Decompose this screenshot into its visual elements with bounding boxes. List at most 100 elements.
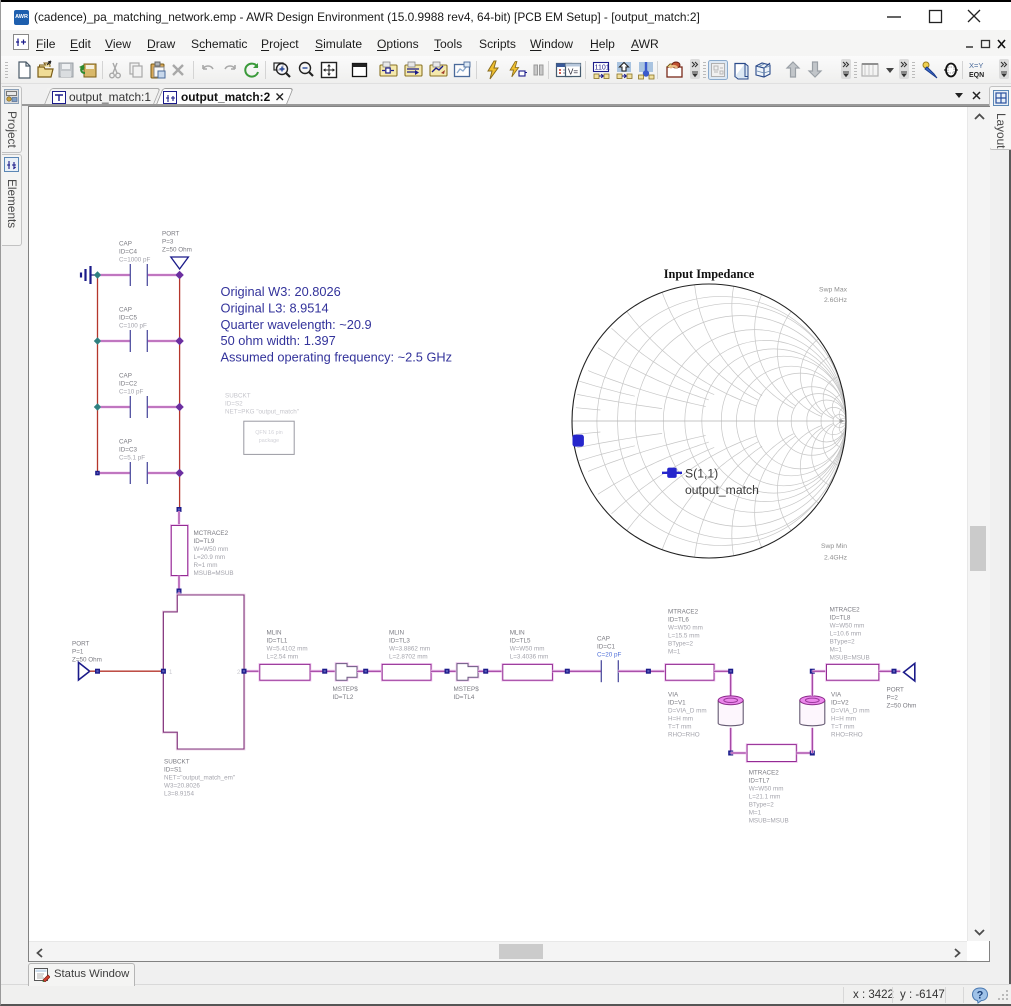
svg-text:M=1: M=1 (749, 809, 762, 816)
svg-text:output_match: output_match (685, 483, 759, 497)
svg-text:MLIN: MLIN (389, 629, 404, 636)
svg-text:M=1: M=1 (830, 646, 843, 653)
svg-text:ID=TL4: ID=TL4 (454, 694, 475, 701)
svg-text:RHO=RHO: RHO=RHO (831, 731, 863, 738)
svg-text:S(1,1): S(1,1) (685, 466, 718, 480)
svg-text:2.6GHz: 2.6GHz (824, 297, 848, 304)
svg-text:ID=S1: ID=S1 (164, 766, 182, 773)
svg-text:ID=TL1: ID=TL1 (267, 637, 288, 644)
svg-text:H=H mm: H=H mm (668, 715, 693, 722)
svg-text:L=3.4036 mm: L=3.4036 mm (510, 653, 549, 660)
svg-text:ID=TL3: ID=TL3 (389, 637, 410, 644)
svg-text:Swp Min: Swp Min (821, 543, 847, 550)
svg-text:C=20 pF: C=20 pF (597, 651, 621, 658)
svg-text:2.4GHz: 2.4GHz (824, 555, 848, 562)
svg-text:ID=C5: ID=C5 (119, 314, 138, 321)
svg-text:?: ? (977, 990, 984, 1002)
svg-text:Quarter wavelength: ~20.9: Quarter wavelength: ~20.9 (221, 317, 372, 332)
svg-text:NET="output_match_em": NET="output_match_em" (164, 774, 235, 781)
svg-text:MLIN: MLIN (510, 629, 525, 636)
svg-text:ID=C3: ID=C3 (119, 446, 138, 453)
svg-text:MSUB=MSUB: MSUB=MSUB (749, 817, 789, 824)
svg-text:ID=TL9: ID=TL9 (194, 538, 215, 545)
svg-text:W3=20.8026: W3=20.8026 (164, 782, 200, 789)
svg-text:NET=PKG "output_match": NET=PKG "output_match" (225, 408, 299, 415)
svg-text:D=VIA_D mm: D=VIA_D mm (668, 707, 707, 714)
svg-text:MSUB=MSUB: MSUB=MSUB (194, 570, 234, 577)
svg-text:VIA: VIA (668, 691, 679, 698)
svg-text:C=100 pF: C=100 pF (119, 322, 147, 329)
svg-text:Z=50 Ohm: Z=50 Ohm (887, 702, 917, 709)
svg-text:W=W50 mm: W=W50 mm (194, 546, 229, 553)
svg-text:MCTRACE2: MCTRACE2 (194, 530, 229, 537)
svg-text:L=20.9 mm: L=20.9 mm (194, 554, 226, 561)
svg-text:BType=2: BType=2 (830, 638, 856, 645)
svg-text:P=1: P=1 (72, 648, 84, 655)
svg-text:CAP: CAP (119, 372, 132, 379)
svg-text:ID=TL8: ID=TL8 (830, 614, 851, 621)
svg-text:RHO=RHO: RHO=RHO (668, 731, 700, 738)
svg-text:L=15.5 mm: L=15.5 mm (668, 632, 700, 639)
svg-text:CAP: CAP (597, 635, 610, 642)
svg-text:MSUB=MSUB: MSUB=MSUB (830, 654, 870, 661)
svg-text:MLIN: MLIN (267, 629, 282, 636)
svg-text:50 ohm width: 1.397: 50 ohm width: 1.397 (221, 333, 336, 348)
svg-text:BType=2: BType=2 (668, 640, 694, 647)
svg-text:W=W50 mm: W=W50 mm (830, 622, 865, 629)
svg-text:ID=V2: ID=V2 (831, 699, 849, 706)
svg-text:C=10 pF: C=10 pF (119, 388, 143, 395)
svg-text:V=: V= (568, 68, 578, 77)
svg-text:Assumed operating frequency: ~: Assumed operating frequency: ~2.5 GHz (221, 350, 453, 365)
svg-text:T=T mm: T=T mm (831, 723, 855, 730)
svg-text:P=2: P=2 (887, 694, 899, 701)
svg-text:MTRACE2: MTRACE2 (668, 608, 699, 615)
svg-text:Input Impedance: Input Impedance (664, 267, 755, 281)
svg-text:ID=TL7: ID=TL7 (749, 777, 770, 784)
svg-text:ID=TL2: ID=TL2 (333, 694, 354, 701)
svg-text:ID=C2: ID=C2 (119, 380, 138, 387)
svg-text:MSTEP$: MSTEP$ (333, 686, 359, 693)
svg-text:Original L3: 8.9514: Original L3: 8.9514 (221, 300, 329, 315)
svg-text:ID=C4: ID=C4 (119, 248, 138, 255)
svg-text:L3=8.9154: L3=8.9154 (164, 790, 194, 797)
svg-text:T=T mm: T=T mm (668, 723, 692, 730)
svg-text:W=5.4102 mm: W=5.4102 mm (267, 645, 308, 652)
svg-text:BType=2: BType=2 (749, 801, 775, 808)
svg-text:Z=50 Ohm: Z=50 Ohm (162, 246, 192, 253)
svg-text:CAP: CAP (119, 240, 132, 247)
svg-text:CAP: CAP (119, 306, 132, 313)
svg-text:D=VIA_D mm: D=VIA_D mm (831, 707, 870, 714)
svg-text:W=W50 mm: W=W50 mm (510, 645, 545, 652)
svg-text:Z=50 Ohm: Z=50 Ohm (72, 656, 102, 663)
svg-text:QFN 16 pin: QFN 16 pin (255, 430, 283, 436)
svg-text:MTRACE2: MTRACE2 (830, 606, 861, 613)
svg-text:ID=V1: ID=V1 (668, 699, 686, 706)
svg-text:PORT: PORT (887, 686, 905, 693)
svg-text:H=H mm: H=H mm (831, 715, 856, 722)
svg-text:W=W50 mm: W=W50 mm (668, 624, 703, 631)
svg-text:ID=S2: ID=S2 (225, 400, 243, 407)
svg-text:Original W3: 20.8026: Original W3: 20.8026 (221, 284, 341, 299)
svg-text:L=2.8702 mm: L=2.8702 mm (389, 653, 428, 660)
svg-text:1101: 1101 (595, 65, 610, 72)
svg-text:X=Y: X=Y (969, 61, 983, 70)
svg-text:C=5.1 pF: C=5.1 pF (119, 454, 145, 461)
svg-text:L=2.54 mm: L=2.54 mm (267, 653, 299, 660)
svg-text:L=21.1 mm: L=21.1 mm (749, 793, 781, 800)
svg-text:PORT: PORT (162, 230, 180, 237)
svg-text:MTRACE2: MTRACE2 (749, 769, 780, 776)
svg-text:ID=TL5: ID=TL5 (510, 637, 531, 644)
svg-text:M=1: M=1 (668, 648, 681, 655)
svg-text:ID=C1: ID=C1 (597, 643, 616, 650)
svg-text:VIA: VIA (831, 691, 842, 698)
svg-text:PORT: PORT (72, 640, 90, 647)
svg-text:Swp Max: Swp Max (819, 287, 848, 294)
svg-text:SUBCKT: SUBCKT (225, 392, 251, 399)
svg-text:W=3.8862 mm: W=3.8862 mm (389, 645, 430, 652)
svg-text:EQN: EQN (969, 72, 984, 79)
svg-text:P=3: P=3 (162, 238, 174, 245)
svg-text:SUBCKT: SUBCKT (164, 758, 190, 765)
svg-text:R=1 mm: R=1 mm (194, 562, 218, 569)
svg-text:MSTEP$: MSTEP$ (454, 686, 480, 693)
svg-text:package: package (259, 438, 279, 444)
